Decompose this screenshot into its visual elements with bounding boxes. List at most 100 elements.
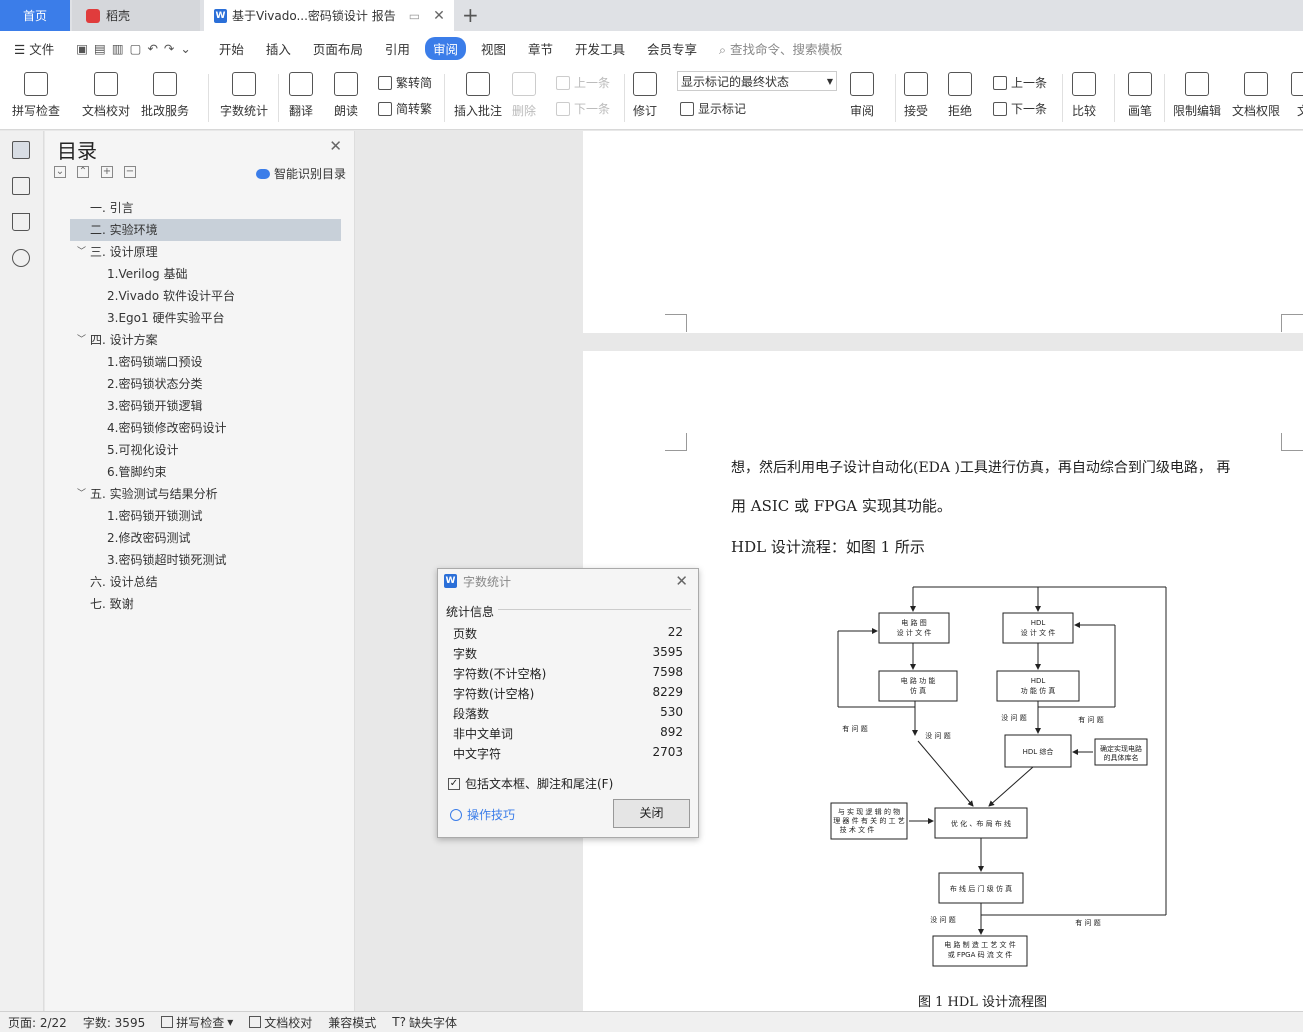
expand-up-icon[interactable]: ⌃ <box>77 166 89 178</box>
close-tab-icon[interactable]: ✕ <box>433 8 445 24</box>
toc-item-label: 2.密码锁状态分类 <box>107 377 203 391</box>
missing-font[interactable]: T? 缺失字体 <box>384 1014 465 1031</box>
close-button[interactable]: 关闭 <box>613 799 690 828</box>
page-1 <box>583 131 1303 333</box>
spell-check-button[interactable]: 拼写检查 <box>12 66 60 119</box>
toc-item[interactable]: 一. 引言 <box>45 197 355 219</box>
flow-text: 仿 真 <box>910 686 926 695</box>
new-tab-icon[interactable]: + <box>462 3 479 27</box>
command-search[interactable]: ⌕ 查找命令、搜索模板 <box>708 39 854 58</box>
collapse-all-icon[interactable]: ⌄ <box>54 166 66 178</box>
pin-icon[interactable]: ▭ <box>409 9 420 23</box>
toc-item[interactable]: 二. 实验环境 <box>70 219 341 241</box>
chevron-down-icon[interactable]: ﹀ <box>77 329 86 351</box>
prev-comment-button[interactable]: 上一条 <box>556 74 610 91</box>
stat-row: 非中文单词 892 <box>453 725 683 745</box>
quick-tools[interactable]: ▣▤▥▢↶↷⌄ <box>65 41 208 56</box>
tips-link[interactable]: 操作技巧 <box>450 806 515 823</box>
chevron-down-icon[interactable]: ﹀ <box>77 483 86 505</box>
menu-chapter[interactable]: 章节 <box>517 39 564 58</box>
bookmark-icon[interactable] <box>12 213 30 231</box>
tab-home[interactable]: 首页 <box>0 0 70 31</box>
revise-service-button[interactable]: 批改服务 <box>141 66 189 119</box>
proofread-button[interactable]: 文档校对 <box>82 66 130 119</box>
restrict-edit-button[interactable]: 限制编辑 <box>1173 66 1221 119</box>
close-icon[interactable]: ✕ <box>329 137 342 155</box>
toc-item[interactable]: 2.Vivado 软件设计平台 <box>45 285 355 307</box>
wps-writer-icon: W <box>214 8 227 23</box>
toc-item[interactable]: 2.修改密码测试 <box>45 527 355 549</box>
stat-value: 3595 <box>652 645 683 659</box>
compare-button[interactable]: 比较 <box>1072 66 1096 119</box>
smart-toc-button[interactable]: 智能识别目录 <box>255 165 346 182</box>
toc-item[interactable]: 六. 设计总结 <box>45 571 355 593</box>
page-indicator[interactable]: 页面: 2/22 <box>0 1014 75 1031</box>
delete-comment-button[interactable]: 删除 <box>512 66 536 119</box>
toc-item[interactable]: 2.密码锁状态分类 <box>45 373 355 395</box>
ribbon-toolbar: 拼写检查 文档校对 批改服务 字数统计 翻译 朗读 繁转简 简转繁 插入批注 删… <box>0 66 1303 130</box>
menu-member[interactable]: 会员专享 <box>636 39 708 58</box>
menu-review[interactable]: 审阅 <box>424 37 466 60</box>
markup-state-select[interactable]: 显示标记的最终状态 ▼ <box>677 71 837 91</box>
toc-item[interactable]: 1.密码锁端口预设 <box>45 351 355 373</box>
menu-reference[interactable]: 引用 <box>374 39 421 58</box>
toc-item[interactable]: 6.管脚约束 <box>45 461 355 483</box>
doc-permission-button[interactable]: 文档权限 <box>1232 66 1280 119</box>
paragraph-line: HDL 设计流程：如图 1 所示 <box>731 538 925 556</box>
include-footnotes-checkbox[interactable]: ✓ 包括文本框、脚注和尾注(F) <box>448 775 613 792</box>
tab-daoke[interactable]: 稻壳 <box>72 0 200 31</box>
read-aloud-button[interactable]: 朗读 <box>334 66 358 119</box>
simp-to-trad-button[interactable]: 简转繁 <box>378 100 432 117</box>
menu-start[interactable]: 开始 <box>208 39 255 58</box>
menu-view[interactable]: 视图 <box>470 39 517 58</box>
next-change-button[interactable]: 下一条 <box>993 100 1047 117</box>
flow-box <box>878 612 950 644</box>
toc-item[interactable]: 5.可视化设计 <box>45 439 355 461</box>
show-markup-button[interactable]: 显示标记 <box>680 100 746 117</box>
chevron-down-icon[interactable]: ﹀ <box>77 241 86 263</box>
translate-button[interactable]: 翻译 <box>289 66 313 119</box>
add-icon[interactable]: + <box>101 166 113 178</box>
stat-row: 字符数(计空格) 8229 <box>453 685 683 705</box>
toc-panel-icon[interactable] <box>12 141 30 159</box>
toc-item[interactable]: 1.密码锁开锁测试 <box>45 505 355 527</box>
search-icon[interactable] <box>12 249 30 267</box>
remove-icon[interactable]: − <box>124 166 136 178</box>
toc-item[interactable]: 1.Verilog 基础 <box>45 263 355 285</box>
next-comment-button[interactable]: 下一条 <box>556 100 610 117</box>
word-count-button[interactable]: 字数统计 <box>220 66 268 119</box>
proofread-icon <box>94 72 118 96</box>
menu-insert[interactable]: 插入 <box>255 39 302 58</box>
toc-item[interactable]: 七. 致谢 <box>45 593 355 615</box>
prev-change-button[interactable]: 上一条 <box>993 74 1047 91</box>
insert-comment-button[interactable]: 插入批注 <box>454 66 502 119</box>
toc-item[interactable]: 3.Ego1 硬件实验平台 <box>45 307 355 329</box>
toc-item[interactable]: ﹀ 五. 实验测试与结果分析 <box>45 483 355 505</box>
outline-icon[interactable] <box>12 177 30 195</box>
status-proofread[interactable]: 文档校对 <box>241 1014 320 1031</box>
accept-button[interactable]: 接受 <box>904 66 928 119</box>
status-spell-check[interactable]: 拼写检查 ▾ <box>153 1014 241 1031</box>
reject-icon <box>948 72 972 96</box>
status-bar: 页面: 2/22 字数: 3595 拼写检查 ▾ 文档校对 兼容模式 T? 缺失字… <box>0 1011 1303 1032</box>
compat-mode: 兼容模式 <box>328 1015 377 1030</box>
reject-button[interactable]: 拒绝 <box>948 66 972 119</box>
word-count-indicator[interactable]: 字数: 3595 <box>75 1014 153 1031</box>
truncated-button[interactable]: 文 <box>1291 66 1303 119</box>
flow-label: 有 问 题 <box>842 724 867 733</box>
trad-to-simp-button[interactable]: 繁转简 <box>378 74 432 91</box>
track-changes-button[interactable]: 修订 <box>633 66 657 119</box>
stat-row: 字符数(不计空格) 7598 <box>453 665 683 685</box>
tab-document[interactable]: W 基于Vivado...密码锁设计 报告 ▭ ✕ <box>204 0 454 31</box>
file-menu[interactable]: ☰ 文件 <box>0 39 65 58</box>
toc-item[interactable]: 3.密码锁超时锁死测试 <box>45 549 355 571</box>
toc-item[interactable]: ﹀ 四. 设计方案 <box>45 329 355 351</box>
toc-item[interactable]: 3.密码锁开锁逻辑 <box>45 395 355 417</box>
close-icon[interactable]: ✕ <box>675 572 688 590</box>
toc-item[interactable]: 4.密码锁修改密码设计 <box>45 417 355 439</box>
menu-devtools[interactable]: 开发工具 <box>564 39 636 58</box>
menu-layout[interactable]: 页面布局 <box>302 39 374 58</box>
toc-item[interactable]: ﹀ 三. 设计原理 <box>45 241 355 263</box>
review-pane-button[interactable]: 审阅 <box>850 66 874 119</box>
pen-button[interactable]: 画笔 <box>1128 66 1152 119</box>
